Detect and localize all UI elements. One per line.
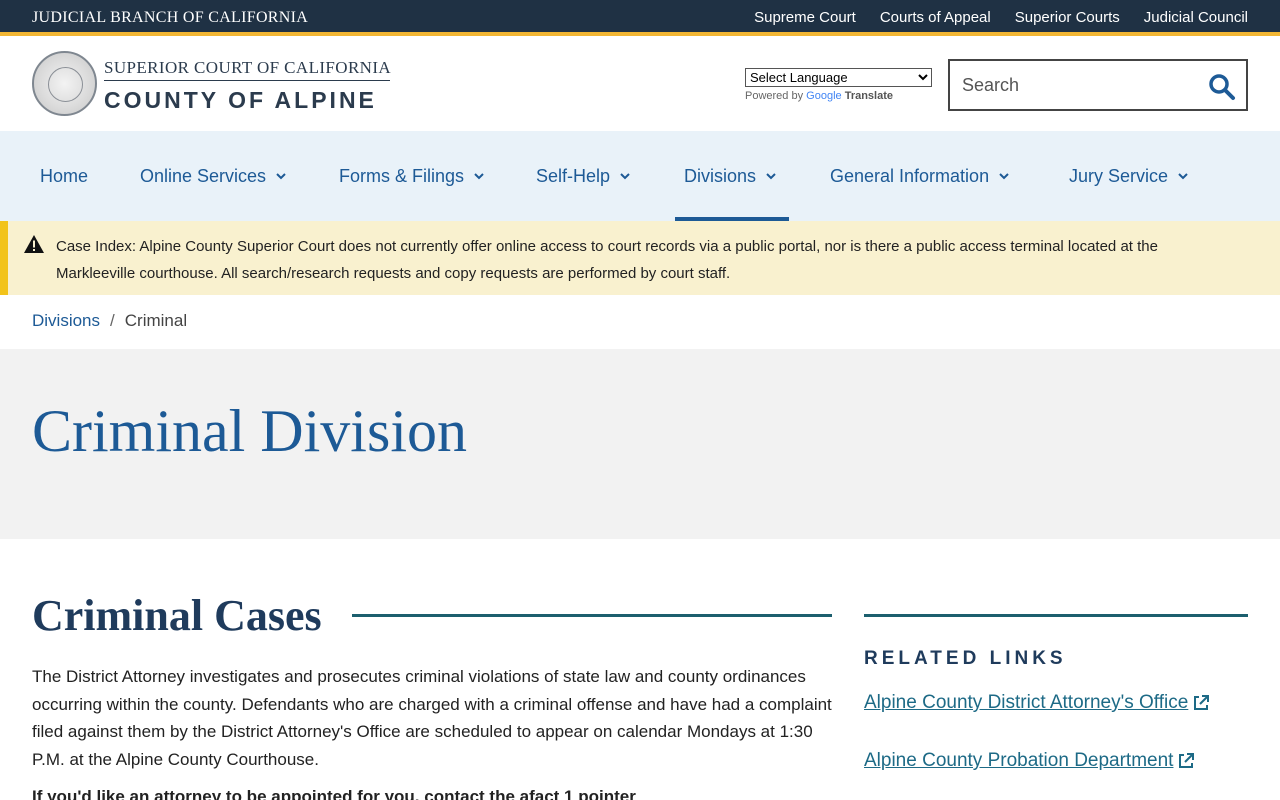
- chevron-down-icon: [276, 173, 286, 180]
- case-index-alert: Case Index: Alpine County Superior Court…: [0, 221, 1280, 295]
- breadcrumb-divisions-link[interactable]: Divisions: [32, 311, 100, 331]
- nav-label-divisions: Divisions: [684, 165, 757, 186]
- breadcrumb-separator: /: [110, 311, 115, 330]
- google-wordmark: Google: [806, 90, 842, 102]
- judicial-branch-bar: JUDICIAL BRANCH OF CALIFORNIA Supreme Co…: [0, 0, 1280, 36]
- nav-label-online-services: Online Services: [140, 165, 267, 186]
- district-attorney-link[interactable]: Alpine County District Attorney's Office: [864, 692, 1210, 714]
- chevron-down-icon: [474, 173, 484, 180]
- chevron-down-icon: [1178, 173, 1188, 180]
- logo-divider: [104, 80, 390, 81]
- breadcrumb: Divisions / Criminal: [32, 311, 187, 331]
- nav-item-divisions[interactable]: Divisions: [674, 131, 790, 221]
- judicial-branch-title: JUDICIAL BRANCH OF CALIFORNIA: [32, 9, 309, 26]
- top-links: Supreme Court Courts of Appeal Superior …: [754, 9, 1248, 26]
- chevron-down-icon: [620, 173, 630, 180]
- google-translate-credit: Powered by Google Translate: [745, 90, 893, 102]
- nav-item-self-help[interactable]: Self-Help: [536, 131, 631, 221]
- powered-by-label: Powered by: [745, 90, 804, 102]
- probation-department-link-label: Alpine County Probation Department: [864, 750, 1174, 771]
- nav-item-online-services[interactable]: Online Services: [140, 131, 287, 221]
- probation-department-link[interactable]: Alpine County Probation Department: [864, 750, 1195, 772]
- language-select[interactable]: Select Language: [745, 68, 932, 87]
- related-links-rule: [864, 614, 1248, 617]
- judicial-council-link[interactable]: Judicial Council: [1144, 9, 1248, 26]
- page-hero: Criminal Division: [0, 349, 1280, 539]
- district-attorney-link-label: Alpine County District Attorney's Office: [864, 692, 1189, 713]
- chevron-down-icon: [999, 173, 1009, 180]
- site-header: SUPERIOR COURT OF CALIFORNIA COUNTY OF A…: [0, 40, 1280, 131]
- nav-label-home: Home: [40, 165, 89, 186]
- main-navigation: Home Online Services Forms & Filings Sel…: [0, 131, 1280, 221]
- supreme-court-link[interactable]: Supreme Court: [754, 9, 856, 26]
- external-link-icon: [1194, 695, 1210, 710]
- nav-item-general-information[interactable]: General Information: [830, 131, 1010, 221]
- nav-item-forms-filings[interactable]: Forms & Filings: [339, 131, 485, 221]
- appointed-attorney-note: If you'd like an attorney to be appointe…: [32, 787, 636, 800]
- chevron-down-icon: [766, 173, 776, 180]
- warning-icon: [24, 235, 44, 253]
- nav-label-general-information: General Information: [830, 165, 990, 186]
- superior-courts-link[interactable]: Superior Courts: [1015, 9, 1120, 26]
- nav-label-self-help: Self-Help: [536, 165, 611, 186]
- court-seal-logo[interactable]: [32, 51, 97, 116]
- logo-line-county[interactable]: COUNTY OF ALPINE: [104, 87, 377, 114]
- section-title: Criminal Cases: [32, 591, 322, 640]
- breadcrumb-current: Criminal: [124, 311, 188, 330]
- courts-of-appeal-link[interactable]: Courts of Appeal: [880, 9, 991, 26]
- page-title: Criminal Division: [32, 398, 467, 464]
- language-selector[interactable]: Select Language: [745, 68, 932, 87]
- nav-item-jury-service[interactable]: Jury Service: [1069, 131, 1189, 221]
- related-links-heading: RELATED LINKS: [864, 648, 1067, 669]
- translate-link[interactable]: Translate: [845, 90, 893, 102]
- alert-message: Case Index: Alpine County Superior Court…: [56, 238, 1158, 282]
- logo-line-superior-court[interactable]: SUPERIOR COURT OF CALIFORNIA: [104, 58, 391, 78]
- search-input[interactable]: [962, 73, 1192, 97]
- nav-label-forms-filings: Forms & Filings: [339, 165, 465, 186]
- external-link-icon: [1179, 753, 1195, 768]
- search-box: [948, 59, 1248, 111]
- search-icon[interactable]: [1208, 73, 1236, 101]
- nav-item-home[interactable]: Home: [40, 131, 88, 221]
- section-title-rule: [352, 614, 832, 617]
- criminal-cases-paragraph: The District Attorney investigates and p…: [32, 667, 832, 769]
- nav-label-jury-service: Jury Service: [1069, 165, 1169, 186]
